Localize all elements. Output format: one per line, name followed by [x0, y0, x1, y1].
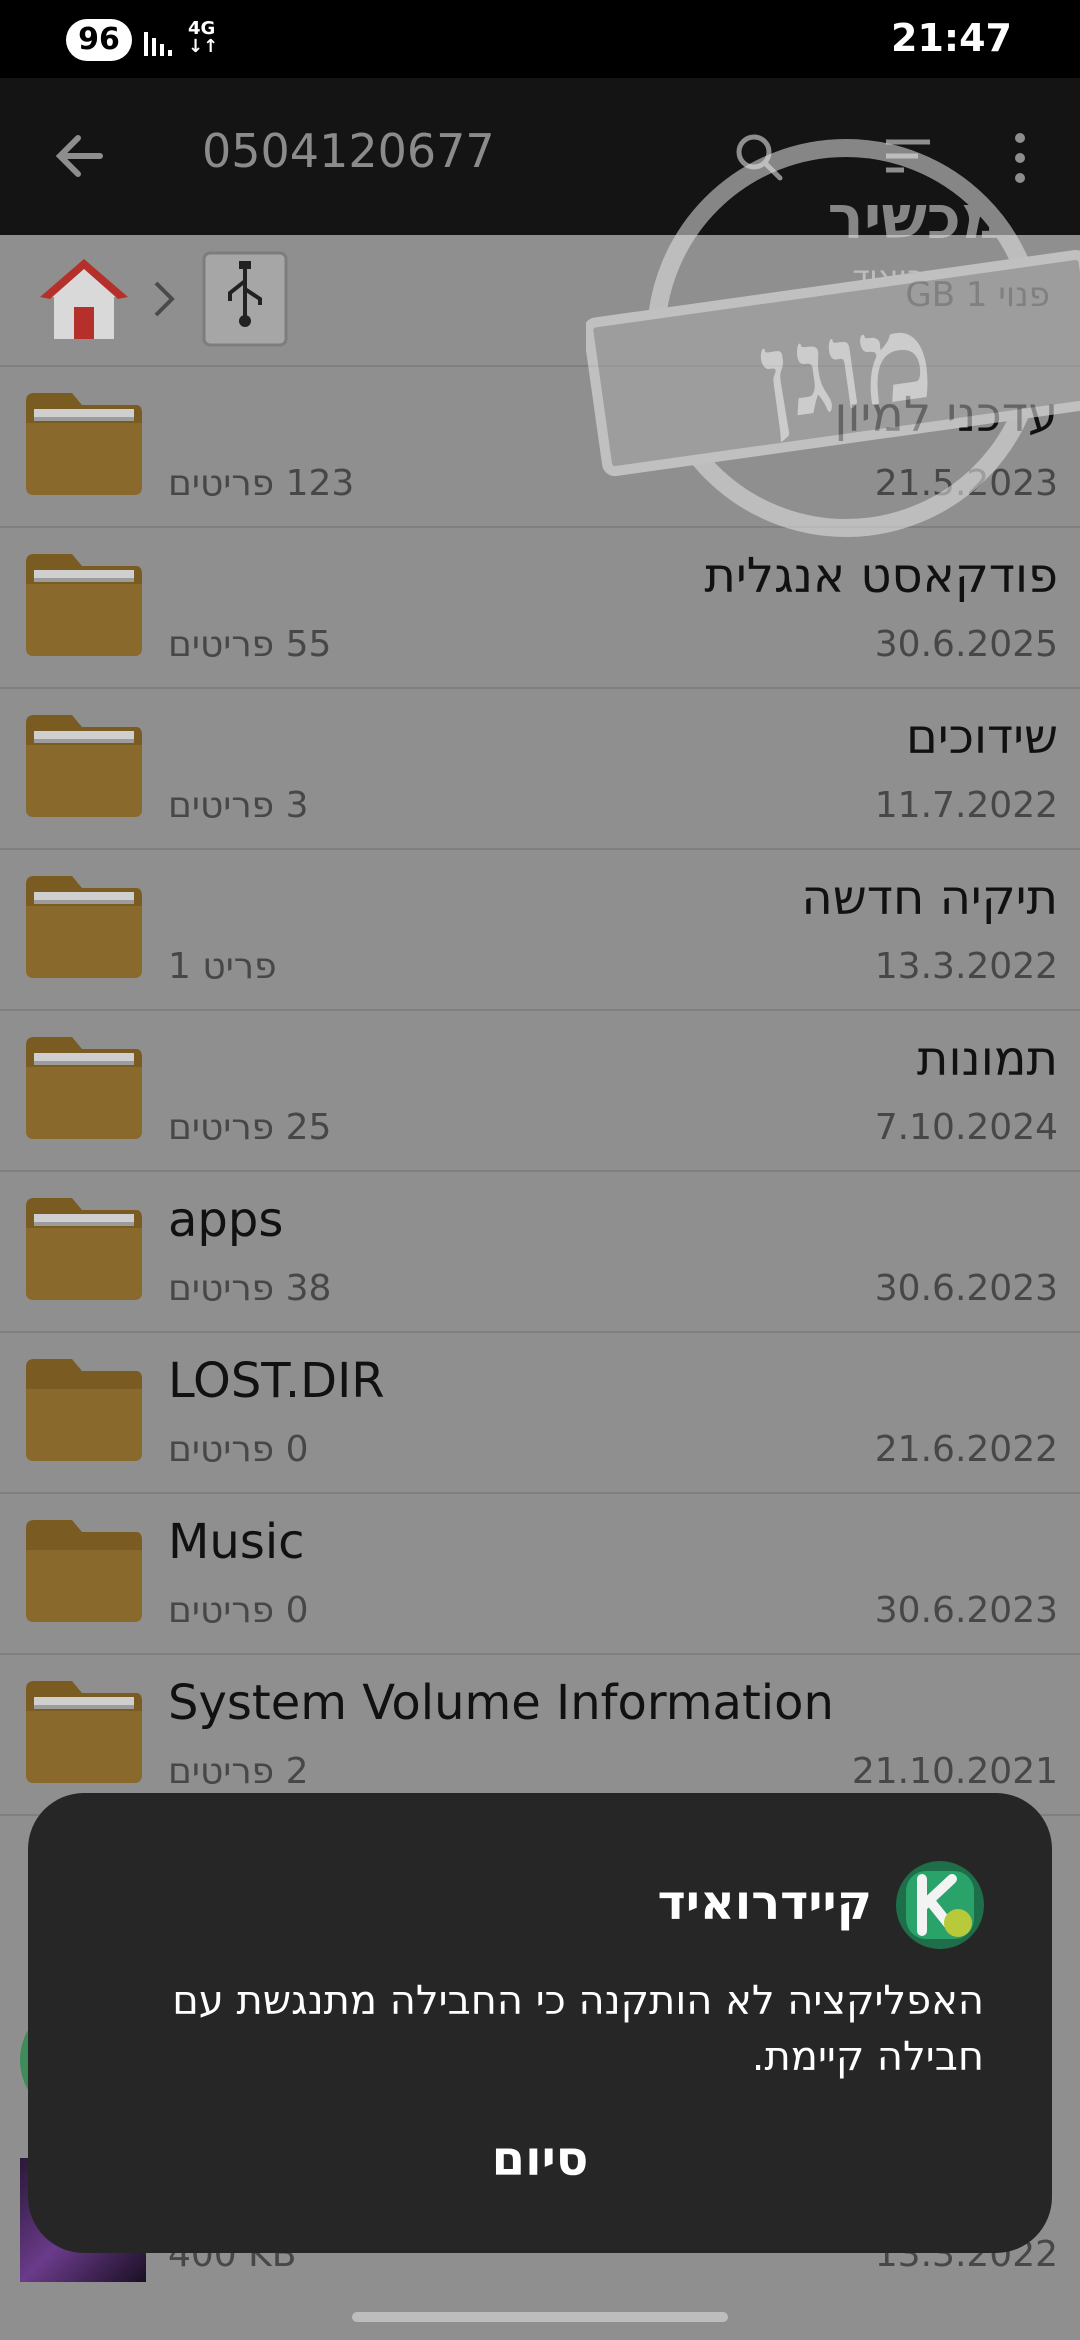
folder-icon	[26, 1037, 142, 1139]
folder-icon	[26, 715, 142, 817]
folder-icon	[26, 1198, 142, 1300]
file-name: פודקאסט אנגלית	[704, 548, 1058, 604]
folder-icon	[26, 554, 142, 656]
file-row[interactable]: LOST.DIR 0 פריטים 21.6.2022	[0, 1333, 1080, 1494]
file-name: תיקיה חדשה	[801, 870, 1058, 926]
dialog-title: קיידרואיד	[657, 1875, 873, 1931]
item-count: 0 פריטים	[168, 1590, 309, 1631]
file-row[interactable]: תמונות 25 פריטים 7.10.2024	[0, 1011, 1080, 1172]
modified-date: 30.6.2023	[874, 1268, 1058, 1309]
file-name: System Volume Information	[168, 1675, 834, 1731]
item-count: 123 פריטים	[168, 463, 355, 504]
folder-icon	[26, 393, 142, 495]
file-row[interactable]: System Volume Information 2 פריטים 21.10.2…	[0, 1655, 1080, 1816]
top-app-bar: 0504120677	[0, 78, 1080, 235]
signal-icon	[144, 32, 172, 56]
modified-date: 30.6.2025	[874, 624, 1058, 665]
file-row[interactable]: apps 38 פריטים 30.6.2023	[0, 1172, 1080, 1333]
install-error-dialog: קיידרואיד האפליקציה לא הותקנה כי החבילה …	[28, 1793, 1052, 2253]
modified-date: 30.6.2023	[874, 1590, 1058, 1631]
usb-drive-icon[interactable]	[200, 249, 290, 349]
modified-date: 13.3.2022	[874, 946, 1058, 987]
file-list: עדכני למיון 123 פריטים 21.5.2023 פודקאסט א…	[0, 367, 1080, 1816]
more-vert-icon[interactable]	[1000, 128, 1040, 188]
file-name: LOST.DIR	[168, 1353, 385, 1409]
status-bar: 96 4G ↓↑ 21:47	[0, 0, 1080, 78]
battery-indicator: 96	[66, 19, 132, 61]
file-name: תמונות	[916, 1031, 1058, 1087]
sort-icon[interactable]	[880, 128, 936, 184]
modified-date: 21.6.2022	[874, 1429, 1058, 1470]
modified-date: 11.7.2022	[874, 785, 1058, 826]
search-icon[interactable]	[730, 128, 786, 184]
item-count: 25 פריטים	[168, 1107, 332, 1148]
item-count: 38 פריטים	[168, 1268, 332, 1309]
dialog-message: האפליקציה לא הותקנה כי החבילה מתנגשת עם …	[172, 1978, 984, 2080]
back-arrow-icon[interactable]	[48, 124, 112, 188]
modified-date: 21.5.2023	[874, 463, 1058, 504]
gesture-nav-handle[interactable]	[352, 2312, 728, 2322]
kidroid-app-icon	[896, 1861, 984, 1949]
file-row[interactable]: Music 0 פריטים 30.6.2023	[0, 1494, 1080, 1655]
item-count: 2 פריטים	[168, 1751, 309, 1792]
modified-date: 7.10.2024	[874, 1107, 1058, 1148]
folder-icon	[26, 1520, 142, 1622]
file-row[interactable]: שידוכים 3 פריטים 11.7.2022	[0, 689, 1080, 850]
modified-date: 21.10.2021	[851, 1751, 1058, 1792]
folder-icon	[26, 876, 142, 978]
folder-icon	[26, 1359, 142, 1461]
network-type: 4G ↓↑	[188, 18, 219, 57]
file-row[interactable]: עדכני למיון 123 פריטים 21.5.2023	[0, 367, 1080, 528]
free-space-label: פנוי 1 GB	[905, 275, 1050, 315]
file-name: apps	[168, 1192, 284, 1248]
clock: 21:47	[891, 16, 1012, 60]
item-count: 55 פריטים	[168, 624, 332, 665]
done-button[interactable]: סיום	[440, 2119, 640, 2199]
item-count: 3 פריטים	[168, 785, 309, 826]
file-name: Music	[168, 1514, 305, 1570]
file-name: שידוכים	[906, 709, 1058, 765]
chevron-right-icon	[154, 281, 175, 317]
file-row[interactable]: פודקאסט אנגלית 55 פריטים 30.6.2025	[0, 528, 1080, 689]
breadcrumb: פנוי 1 GB	[0, 235, 1080, 367]
home-icon[interactable]	[40, 255, 128, 343]
folder-title: 0504120677	[202, 124, 495, 178]
folder-icon	[26, 1681, 142, 1783]
item-count: 0 פריטים	[168, 1429, 309, 1470]
file-row[interactable]: תיקיה חדשה פריט 1 13.3.2022	[0, 850, 1080, 1011]
item-count: פריט 1	[168, 946, 277, 987]
file-name: עדכני למיון	[834, 387, 1058, 443]
